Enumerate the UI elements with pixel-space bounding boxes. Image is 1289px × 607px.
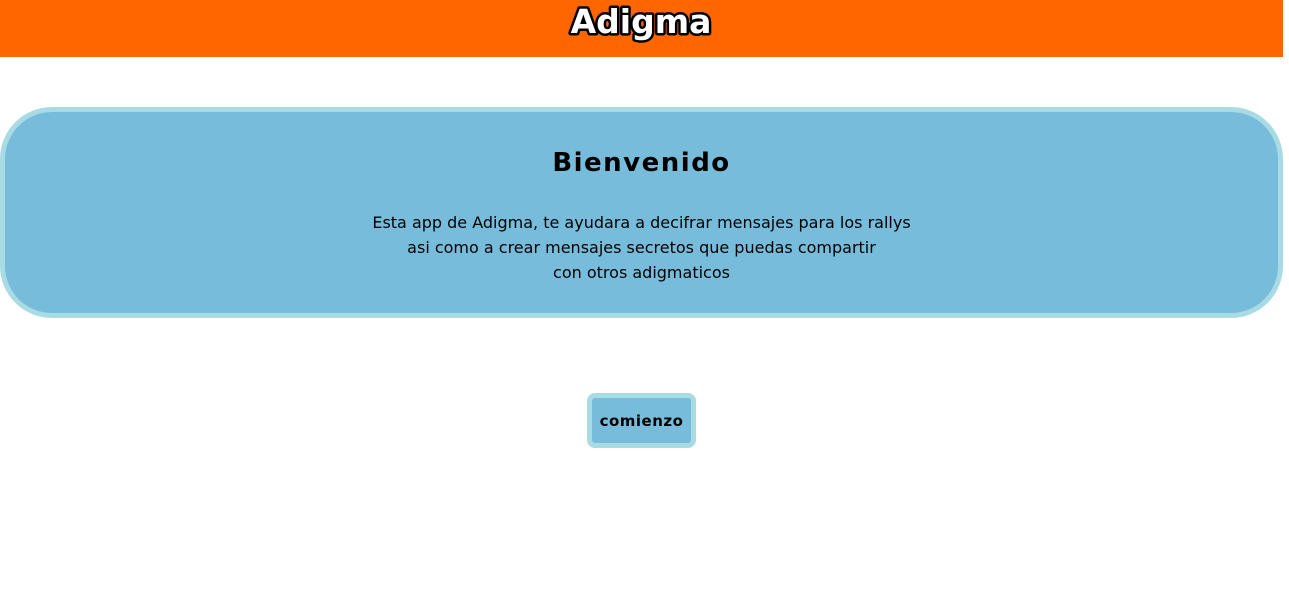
welcome-title: Bienvenido xyxy=(552,148,731,178)
welcome-line: con otros adigmaticos xyxy=(553,263,730,282)
adigma-logo: Adigma xyxy=(568,0,714,44)
logo-text: Adigma xyxy=(571,2,712,41)
welcome-line: Esta app de Adigma, te ayudara a decifra… xyxy=(372,213,911,232)
start-button[interactable]: comienzo xyxy=(587,393,696,448)
welcome-description: Esta app de Adigma, te ayudara a decifra… xyxy=(5,210,1278,285)
welcome-line: asi como a crear mensajes secretos que p… xyxy=(407,238,876,257)
top-header-bar: Adigma xyxy=(0,0,1283,57)
welcome-card: Bienvenido Esta app de Adigma, te ayudar… xyxy=(0,107,1283,318)
